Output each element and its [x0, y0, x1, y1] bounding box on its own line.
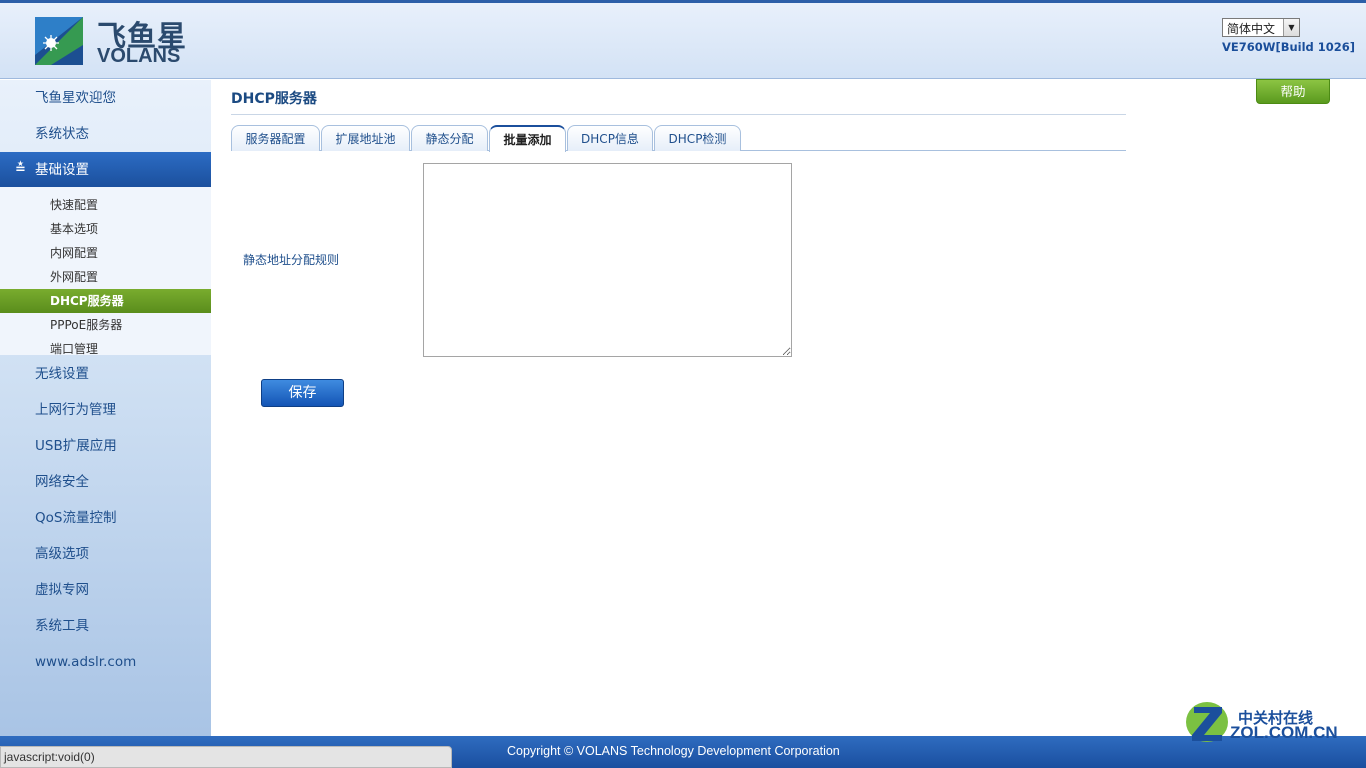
static-rule-label: 静态地址分配规则 — [243, 253, 340, 267]
sidebar-item-label: 基础设置 — [35, 162, 89, 178]
tab-extended-pool[interactable]: 扩展地址池 — [321, 125, 410, 151]
language-select-value: 简体中文 — [1227, 22, 1276, 36]
copyright-text: Copyright © VOLANS Technology Developmen… — [507, 744, 840, 758]
sidebar-subitem-dhcp-server[interactable]: DHCP服务器 — [0, 289, 211, 313]
sidebar-item-qos[interactable]: QoS流量控制 — [0, 500, 211, 536]
sidebar-item-advanced[interactable]: 高级选项 — [0, 536, 211, 572]
sidebar-item-wireless[interactable]: 无线设置 — [0, 356, 211, 392]
sidebar-subnav: 快速配置 基本选项 内网配置 外网配置 DHCP服务器 PPPoE服务器 端口管… — [0, 187, 211, 356]
sidebar-item-vpn[interactable]: 虚拟专网 — [0, 572, 211, 608]
help-button[interactable]: 帮助 — [1256, 79, 1330, 104]
device-model: VE760W[Build 1026] — [1222, 40, 1356, 54]
save-button[interactable]: 保存 — [261, 379, 344, 407]
zol-watermark: 中关村在线 ZOL.COM.CN — [1184, 699, 1354, 749]
sidebar-item-network-security[interactable]: 网络安全 — [0, 464, 211, 500]
tab-bar: 服务器配置 扩展地址池 静态分配 批量添加 DHCP信息 DHCP检测 — [231, 125, 1126, 152]
double-chevron-down-icon: ≛ — [15, 162, 26, 177]
language-select[interactable]: 简体中文 ▼ — [1222, 18, 1300, 37]
sidebar-subitem-basic-options[interactable]: 基本选项 — [0, 217, 211, 241]
sidebar-subitem-quick-config[interactable]: 快速配置 — [0, 193, 211, 217]
tab-dhcp-info[interactable]: DHCP信息 — [567, 125, 653, 151]
static-rule-textarea[interactable] — [423, 163, 792, 357]
sidebar-item-usb-apps[interactable]: USB扩展应用 — [0, 428, 211, 464]
sidebar-item-system-status[interactable]: 系统状态 — [0, 116, 211, 152]
page-title: DHCP服务器 — [231, 91, 317, 107]
sidebar-item-website-link[interactable]: www.adslr.com — [0, 644, 211, 680]
chevron-down-icon[interactable]: ▼ — [1283, 19, 1299, 36]
title-divider — [231, 114, 1126, 115]
sidebar-item-basic-settings[interactable]: ≛ 基础设置 — [0, 152, 211, 188]
sidebar-item-welcome[interactable]: 飞鱼星欢迎您 — [0, 80, 211, 116]
tab-server-config[interactable]: 服务器配置 — [231, 125, 320, 151]
sidebar-subitem-wan-config[interactable]: 外网配置 — [0, 265, 211, 289]
sidebar-item-system-tools[interactable]: 系统工具 — [0, 608, 211, 644]
sidebar: 飞鱼星欢迎您 系统状态 ≛ 基础设置 快速配置 基本选项 内网配置 外网配置 D… — [0, 80, 211, 736]
browser-status-bar: javascript:void(0) — [0, 746, 452, 768]
volans-logo[interactable]: 飞鱼星 VOLANS — [33, 15, 193, 71]
tab-static-allocation[interactable]: 静态分配 — [411, 125, 488, 151]
watermark-text-en: ZOL.COM.CN — [1230, 723, 1338, 742]
sidebar-subitem-lan-config[interactable]: 内网配置 — [0, 241, 211, 265]
zol-logo-icon — [1186, 702, 1228, 742]
sidebar-subitem-pppoe-server[interactable]: PPPoE服务器 — [0, 313, 211, 337]
volans-logo-mark-icon — [35, 17, 83, 65]
tab-batch-add[interactable]: 批量添加 — [489, 125, 566, 152]
header: 飞鱼星 VOLANS 简体中文 ▼ VE760W[Build 1026] — [0, 0, 1366, 79]
sidebar-item-behavior-management[interactable]: 上网行为管理 — [0, 392, 211, 428]
logo-text-en: VOLANS — [97, 45, 181, 67]
tab-dhcp-detection[interactable]: DHCP检测 — [654, 125, 741, 151]
